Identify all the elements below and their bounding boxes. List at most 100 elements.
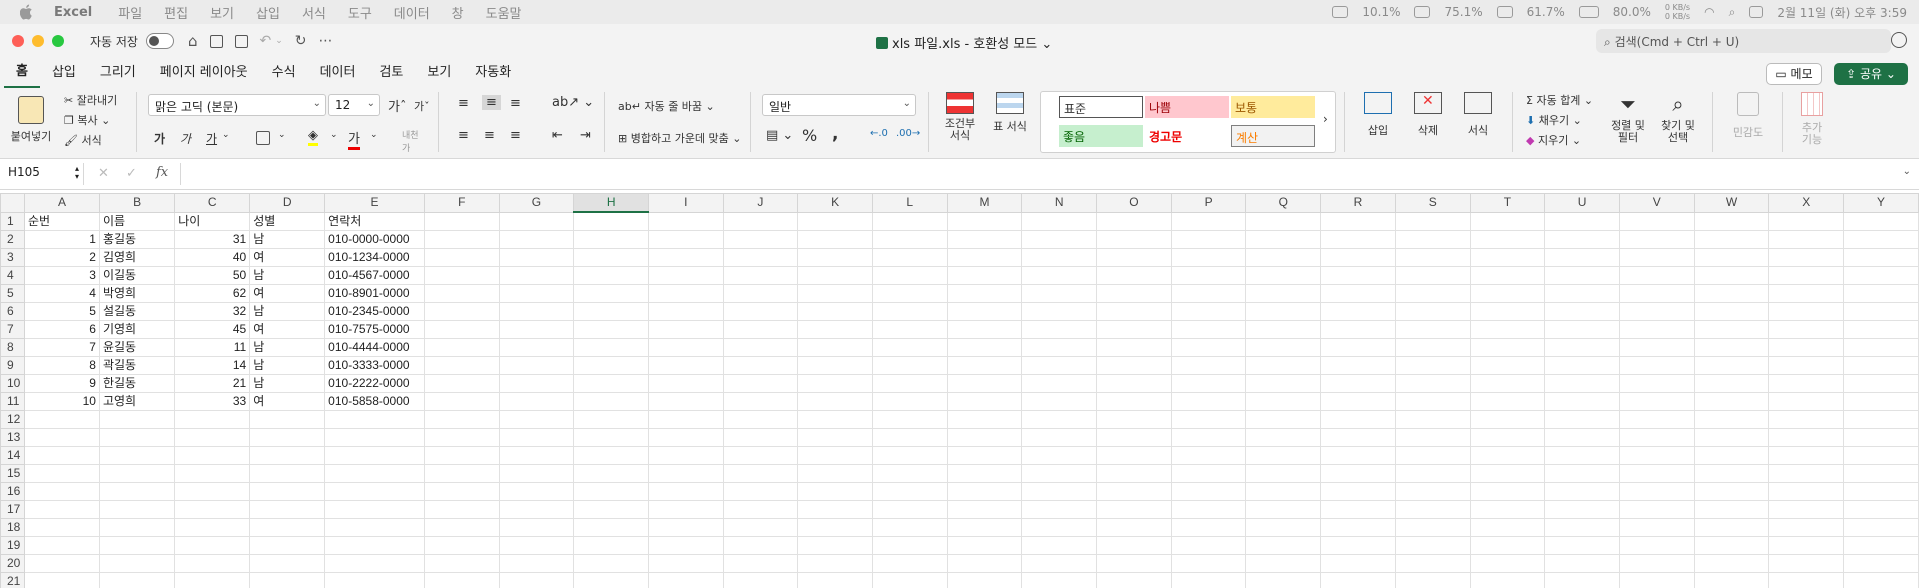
cell-e16[interactable] xyxy=(324,481,425,501)
cell-u5[interactable] xyxy=(1544,283,1620,303)
cell-p21[interactable] xyxy=(1170,571,1247,588)
cell-o19[interactable] xyxy=(1096,535,1172,555)
cell-e8[interactable]: 010-4444-0000 xyxy=(324,337,425,357)
cell-j7[interactable] xyxy=(722,319,799,339)
cell-l6[interactable] xyxy=(871,301,948,321)
cell-t7[interactable] xyxy=(1469,319,1546,339)
cell-o21[interactable] xyxy=(1096,571,1172,588)
cell-j16[interactable] xyxy=(722,481,799,501)
cell-n21[interactable] xyxy=(1021,571,1098,588)
cell-n16[interactable] xyxy=(1021,481,1098,501)
cell-p16[interactable] xyxy=(1170,481,1247,501)
cell-u18[interactable] xyxy=(1544,517,1620,537)
cell-s12[interactable] xyxy=(1394,409,1471,429)
cell-q19[interactable] xyxy=(1245,535,1322,555)
cell-s9[interactable] xyxy=(1394,355,1471,375)
cell-i5[interactable] xyxy=(648,283,724,303)
cell-r18[interactable] xyxy=(1320,517,1396,537)
merge-center-button[interactable]: ⊞ 병합하고 가운데 맞춤 ⌄ xyxy=(618,130,742,146)
column-header-d[interactable]: D xyxy=(249,193,326,213)
cell-f10[interactable] xyxy=(423,373,500,393)
cell-e1[interactable]: 연락처 xyxy=(324,211,425,231)
cell-a7[interactable]: 6 xyxy=(23,319,100,339)
cell-p2[interactable] xyxy=(1170,229,1247,249)
row-header[interactable]: 4 xyxy=(0,265,25,285)
column-header-u[interactable]: U xyxy=(1544,193,1620,213)
confirm-formula-icon[interactable]: ✓ xyxy=(126,166,137,181)
cell-v6[interactable] xyxy=(1618,301,1695,321)
cell-y9[interactable] xyxy=(1843,355,1919,375)
cell-o8[interactable] xyxy=(1096,337,1172,357)
cell-w9[interactable] xyxy=(1693,355,1770,375)
orientation-icon[interactable]: ab↗ ⌄ xyxy=(552,95,594,110)
cell-e3[interactable]: 010-1234-0000 xyxy=(324,247,425,267)
cell-b6[interactable]: 설길동 xyxy=(98,301,176,321)
cell-p3[interactable] xyxy=(1170,247,1247,267)
cell-c1[interactable]: 나이 xyxy=(174,211,251,231)
menu-window[interactable]: 창 xyxy=(452,3,464,22)
cell-f7[interactable] xyxy=(423,319,500,339)
cell-n12[interactable] xyxy=(1021,409,1098,429)
cell-m20[interactable] xyxy=(946,553,1023,573)
cell-u10[interactable] xyxy=(1544,373,1620,393)
document-title[interactable]: xls 파일.xls - 호환성 모드 ⌄ xyxy=(876,33,1052,52)
cell-v20[interactable] xyxy=(1618,553,1695,573)
accounting-format-icon[interactable]: ▤ ⌄ xyxy=(766,128,793,143)
cell-g20[interactable] xyxy=(498,553,575,573)
cell-p15[interactable] xyxy=(1170,463,1247,483)
cell-x3[interactable] xyxy=(1768,247,1845,267)
cell-k3[interactable] xyxy=(797,247,873,267)
cell-v8[interactable] xyxy=(1618,337,1695,357)
cell-m4[interactable] xyxy=(946,265,1023,285)
autosum-button[interactable]: Σ 자동 합계 ⌄ xyxy=(1526,92,1593,108)
close-window-button[interactable] xyxy=(12,35,24,47)
cell-c18[interactable] xyxy=(174,517,251,537)
cpu-icon[interactable] xyxy=(1332,6,1349,18)
cell-d18[interactable] xyxy=(249,517,326,537)
cell-r3[interactable] xyxy=(1320,247,1396,267)
menu-app-name[interactable]: Excel xyxy=(54,5,92,20)
cell-d8[interactable]: 남 xyxy=(249,337,326,357)
style-normal[interactable]: 표준 xyxy=(1059,96,1143,118)
cell-c7[interactable]: 45 xyxy=(174,319,251,339)
delete-cells-button[interactable]: ✕ 삭제 xyxy=(1406,92,1450,138)
column-header-j[interactable]: J xyxy=(722,193,799,213)
cell-g10[interactable] xyxy=(498,373,575,393)
cell-u9[interactable] xyxy=(1544,355,1620,375)
row-header[interactable]: 7 xyxy=(0,319,25,339)
cell-g14[interactable] xyxy=(498,445,575,465)
datetime[interactable]: 2월 11일 (화) 오후 3:59 xyxy=(1777,4,1907,21)
cell-t18[interactable] xyxy=(1469,517,1546,537)
cell-j9[interactable] xyxy=(722,355,799,375)
cell-h6[interactable] xyxy=(573,301,650,321)
cell-s18[interactable] xyxy=(1394,517,1471,537)
column-header-q[interactable]: Q xyxy=(1245,193,1322,213)
cell-b2[interactable]: 홍길동 xyxy=(98,229,176,249)
cell-v14[interactable] xyxy=(1618,445,1695,465)
cell-i10[interactable] xyxy=(648,373,724,393)
row-header[interactable]: 10 xyxy=(0,373,25,393)
cell-a17[interactable] xyxy=(23,499,100,519)
cell-r10[interactable] xyxy=(1320,373,1396,393)
cell-q16[interactable] xyxy=(1245,481,1322,501)
cell-b5[interactable]: 박영희 xyxy=(98,283,176,303)
cell-q17[interactable] xyxy=(1245,499,1322,519)
cell-s19[interactable] xyxy=(1394,535,1471,555)
cell-m12[interactable] xyxy=(946,409,1023,429)
cell-s14[interactable] xyxy=(1394,445,1471,465)
cell-b14[interactable] xyxy=(98,445,176,465)
cancel-formula-icon[interactable]: ✕ xyxy=(98,166,109,181)
cell-s3[interactable] xyxy=(1394,247,1471,267)
cell-j10[interactable] xyxy=(722,373,799,393)
cell-d5[interactable]: 여 xyxy=(249,283,326,303)
cell-t13[interactable] xyxy=(1469,427,1546,447)
cell-o17[interactable] xyxy=(1096,499,1172,519)
cell-j12[interactable] xyxy=(722,409,799,429)
spreadsheet-grid[interactable]: ABCDEFGHIJKLMNOPQRSTUVWXY 1 순번 이름 나이 성별 연락처 2 1… xyxy=(0,193,1919,588)
cell-o9[interactable] xyxy=(1096,355,1172,375)
cell-q4[interactable] xyxy=(1245,265,1322,285)
cell-c10[interactable]: 21 xyxy=(174,373,251,393)
cell-m19[interactable] xyxy=(946,535,1023,555)
menu-insert[interactable]: 삽입 xyxy=(256,3,280,22)
cell-u7[interactable] xyxy=(1544,319,1620,339)
